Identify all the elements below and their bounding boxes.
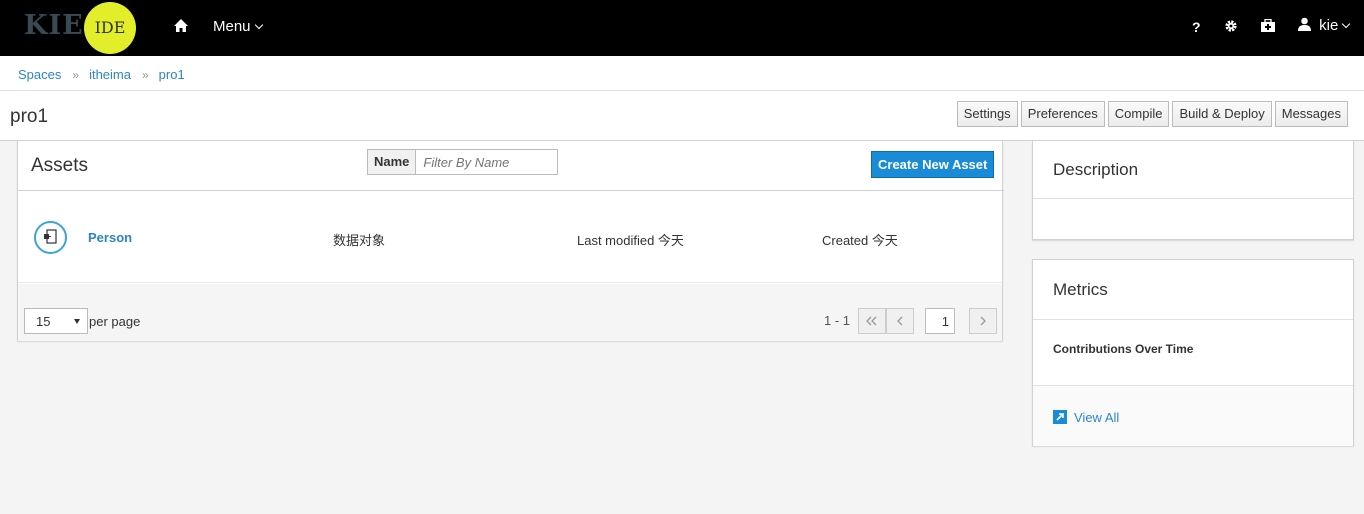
user-icon [1298, 17, 1311, 31]
filter-label: Name [367, 149, 417, 175]
first-page-button[interactable] [858, 308, 886, 334]
contributions-label: Contributions Over Time [1053, 342, 1194, 356]
external-link-icon [1053, 410, 1067, 424]
menu-label: Menu [213, 18, 251, 35]
caret-down-icon [74, 319, 80, 324]
view-all-link[interactable]: View All [1053, 410, 1119, 425]
page-title: pro1 [10, 106, 49, 127]
view-all-label: View All [1074, 410, 1120, 425]
home-icon[interactable] [173, 18, 193, 38]
build-deploy-button[interactable]: Build & Deploy [1172, 101, 1272, 127]
chevron-right-icon [980, 316, 986, 326]
user-label: kie [1319, 17, 1339, 34]
asset-name-link[interactable]: Person [88, 230, 132, 245]
filter-input[interactable] [416, 149, 559, 175]
asset-row[interactable]: Person 数据对象 Last modified 今天 Created 今天 [18, 191, 1002, 283]
breadcrumb-separator: » [141, 68, 149, 82]
project-toolbar: Settings Preferences Compile Build & Dep… [956, 101, 1348, 127]
breadcrumb-space[interactable]: itheima [89, 67, 131, 82]
breadcrumb-spaces[interactable]: Spaces [18, 67, 61, 82]
asset-type: 数据对象 [333, 233, 386, 248]
breadcrumb-separator: » [72, 68, 80, 82]
compile-button[interactable]: Compile [1107, 101, 1170, 127]
breadcrumb: Spaces » itheima » pro1 [0, 56, 1364, 91]
prev-page-button[interactable] [886, 308, 914, 334]
data-object-icon [34, 221, 67, 254]
logo-text: KIE [24, 10, 84, 41]
create-new-asset-button[interactable]: Create New Asset [871, 151, 995, 178]
project-header: pro1 Settings Preferences Compile Build … [0, 91, 1364, 141]
messages-button[interactable]: Messages [1274, 101, 1348, 127]
chevron-left-icon [897, 316, 903, 326]
preferences-button[interactable]: Preferences [1020, 101, 1105, 127]
description-title: Description [1053, 160, 1139, 179]
settings-button[interactable]: Settings [956, 101, 1018, 127]
per-page-label: per page [89, 314, 141, 329]
divider [1033, 198, 1353, 199]
chevron-down-icon [1342, 19, 1351, 29]
kie-ide-logo[interactable]: KIE IDE [18, 2, 148, 54]
gear-icon[interactable] [1224, 19, 1238, 37]
menu-dropdown[interactable]: Menu [213, 18, 263, 35]
view-all-area: View All [1033, 386, 1353, 446]
help-icon[interactable]: ? [1192, 19, 1201, 35]
top-navbar: KIE IDE Menu ? kie [0, 0, 1364, 56]
per-page-select[interactable]: 15 [24, 308, 88, 334]
metrics-card: Metrics Contributions Over Time View All [1032, 259, 1354, 446]
description-card: Description [1032, 141, 1354, 240]
asset-created: Created 今天 [822, 233, 898, 248]
medkit-icon[interactable] [1260, 18, 1276, 37]
next-page-button[interactable] [969, 308, 997, 334]
page-range: 1 - 1 [824, 313, 851, 328]
divider [1033, 319, 1353, 320]
assets-panel: Assets Name Create New Asset Person 数据对象… [17, 141, 1004, 341]
metrics-title: Metrics [1053, 280, 1108, 299]
page-number-input[interactable]: 1 [925, 308, 955, 334]
assets-title: Assets [31, 155, 89, 176]
logo-badge: IDE [84, 2, 136, 54]
per-page-value: 15 [36, 314, 51, 329]
asset-last-modified: Last modified 今天 [577, 233, 684, 248]
user-menu[interactable]: kie [1298, 17, 1351, 34]
pagination-footer: 15 per page 1 - 1 1 [18, 284, 1002, 341]
chevron-down-icon [254, 20, 263, 30]
name-filter: Name [367, 149, 559, 175]
breadcrumb-project[interactable]: pro1 [159, 67, 185, 82]
double-chevron-left-icon [866, 316, 877, 326]
